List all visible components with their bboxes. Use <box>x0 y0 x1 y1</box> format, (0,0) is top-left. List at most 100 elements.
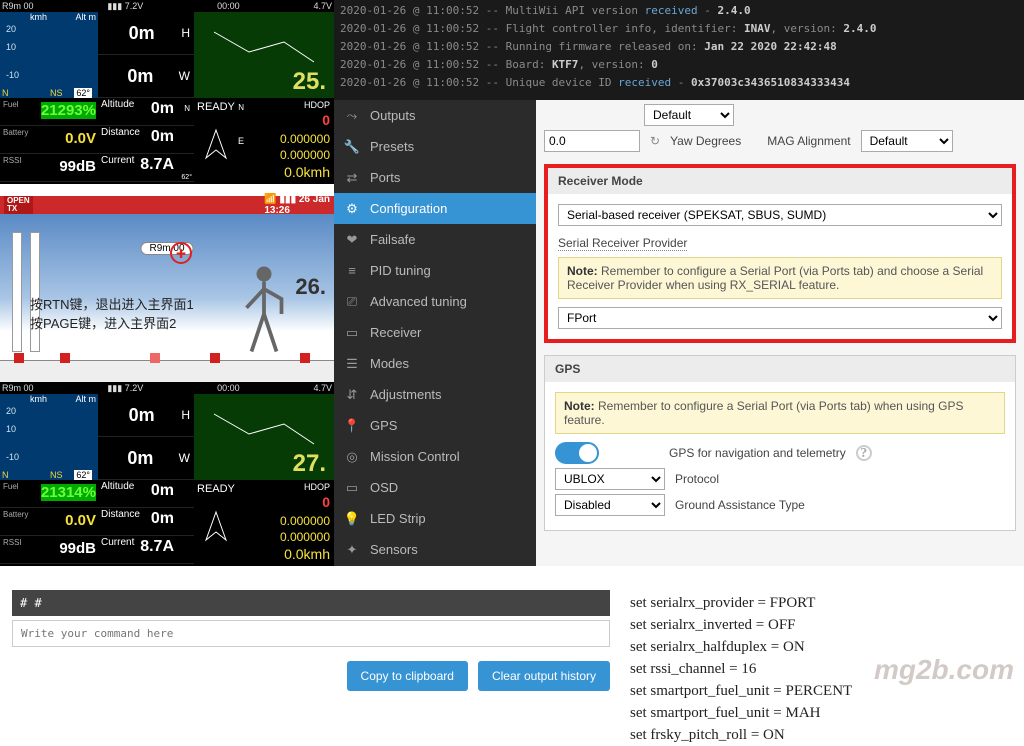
log-line: 2020-01-26 @ 11:00:52 -- MultiWii API ve… <box>340 2 1018 20</box>
sidebar-item-adjustments[interactable]: ⇵ Adjustments <box>334 379 536 410</box>
sidebar-item-receiver[interactable]: ▭ Receiver <box>334 317 536 348</box>
pid-tuning-icon: ≡ <box>344 263 360 279</box>
adjustments-icon: ⇵ <box>344 387 360 403</box>
telemetry-panel-2: R9m 00 ▮▮▮ 7.2V 00:00 4.7V kmh Alt m 201… <box>0 382 334 566</box>
gps-stats: READY N HDOP 0 0.000000 0.000000 0.0kmh … <box>194 98 334 184</box>
sidebar-item-advanced-tuning[interactable]: ⎚ Advanced tuning <box>334 286 536 317</box>
receiver-mode-panel: Receiver Mode Serial-based receiver (SPE… <box>544 164 1016 343</box>
led-strip-icon: 💡 <box>344 511 360 527</box>
tele-header: R9m 00 ▮▮▮ 7.2V 00:00 4.7V <box>0 0 334 12</box>
presets-icon: 🔧 <box>344 139 360 155</box>
sidebar-item-label: Sensors <box>370 542 418 557</box>
ground-assistance-select[interactable]: Disabled <box>555 494 665 516</box>
sidebar-item-label: Mission Control <box>370 449 460 464</box>
log-line: 2020-01-26 @ 11:00:52 -- Running firmwar… <box>340 38 1018 56</box>
gps-protocol-label: Protocol <box>675 472 719 486</box>
opentx-statusbar: OPEN TX 📶 ▮▮▮ 26 Jan13:26 <box>0 196 334 214</box>
panel-title: GPS <box>545 356 1015 382</box>
sidebar-item-led-strip[interactable]: 💡LED Strip <box>334 503 536 534</box>
ports-icon: ⇄ <box>344 170 360 186</box>
gps-stats: READY HDOP 0 0.000000 0.000000 0.0kmh <box>194 480 334 566</box>
page-number: 27. <box>293 450 326 478</box>
position-stats: Altitude0mN Distance0m Current8.7A62° <box>98 98 194 184</box>
walking-figure-icon <box>234 264 294 364</box>
outputs-icon: ⤳ <box>344 108 360 124</box>
note-box: Note: Remember to configure a Serial Por… <box>555 392 1005 434</box>
sidebar-item-modes[interactable]: ☰ Modes <box>334 348 536 379</box>
watermark: mg2b.com <box>874 654 1014 686</box>
page-number: 26. <box>295 274 326 300</box>
gps-toggle-label: GPS for navigation and telemetry <box>669 446 846 460</box>
mission-control-icon: ◎ <box>344 449 360 465</box>
sidebar-item-label: Advanced tuning <box>370 294 467 309</box>
tele-header: R9m 00 ▮▮▮ 7.2V 00:00 4.7V <box>0 382 334 394</box>
set-command: set serialrx_inverted = OFF <box>630 614 1010 636</box>
log-line: 2020-01-26 @ 11:00:52 -- Flight controll… <box>340 20 1018 38</box>
sidebar-item-mission-control[interactable]: ◎ Mission Control <box>334 441 536 472</box>
sidebar-item-label: Modes <box>370 356 409 371</box>
sidebar-item-label: Adjustments <box>370 387 442 402</box>
receiver-mode-select[interactable]: Serial-based receiver (SPEKSAT, SBUS, SU… <box>558 204 1002 226</box>
mag-alignment-label: MAG Alignment <box>767 134 850 148</box>
sidebar-item-osd[interactable]: ▭OSD <box>334 472 536 503</box>
sidebar-item-label: Ports <box>370 170 400 185</box>
cli-input[interactable] <box>12 620 610 647</box>
model-name: R9m 00 <box>2 1 34 11</box>
log-console: 2020-01-26 @ 11:00:52 -- MultiWii API ve… <box>334 0 1024 100</box>
advanced-tuning-icon: ⎚ <box>344 294 360 310</box>
failsafe-icon: ❤ <box>344 232 360 248</box>
clear-output-button[interactable]: Clear output history <box>478 661 610 691</box>
speed-alt-gauge: kmh Alt m 2010-10 N NS 62° <box>0 394 98 480</box>
serial-receiver-provider-label: Serial Receiver Provider <box>558 236 687 251</box>
sidebar-item-gps[interactable]: 📍GPS <box>334 410 536 441</box>
page-number: 25. <box>293 68 326 96</box>
note-box: Note: Remember to configure a Serial Por… <box>558 257 1002 299</box>
yaw-degrees-input[interactable] <box>544 130 640 152</box>
hdop-value: 0 <box>322 112 330 128</box>
sidebar-item-label: PID tuning <box>370 263 431 278</box>
mag-alignment-select[interactable]: Default <box>861 130 953 152</box>
sidebar-item-pid-tuning[interactable]: ≡ PID tuning <box>334 255 536 286</box>
gps-protocol-select[interactable]: UBLOX <box>555 468 665 490</box>
sidebar-item-label: Presets <box>370 139 414 154</box>
opentx-badge: OPEN TX <box>4 196 33 214</box>
yaw-degrees-label: Yaw Degrees <box>670 134 741 148</box>
speed-alt-gauge: kmh Alt m 2010-10 N NS 62° <box>0 12 98 98</box>
sidebar-item-outputs[interactable]: ⤳ Outputs <box>334 100 536 131</box>
heading-distance: 0mH 0mW <box>98 12 194 98</box>
set-command: set smartport_fuel_unit = MAH <box>630 702 1010 724</box>
panel-title: Receiver Mode <box>548 168 1012 194</box>
configuration-icon: ⚙ <box>344 201 360 217</box>
power-stats: Fuel21293% Battery0.0V RSSI99dB <box>0 98 98 184</box>
sidebar-item-label: Receiver <box>370 325 421 340</box>
log-line: 2020-01-26 @ 11:00:52 -- Board: KTF7, ve… <box>340 56 1018 74</box>
help-icon[interactable]: ? <box>856 445 872 461</box>
yaw-icon: ↻ <box>650 134 660 148</box>
serial-receiver-provider-select[interactable]: FPort <box>558 307 1002 329</box>
sidebar-item-label: Configuration <box>370 201 447 216</box>
sidebar-item-label: Outputs <box>370 108 416 123</box>
hint-line-1: 按RTN键，退出进入主界面1 <box>30 294 194 313</box>
osd-icon: ▭ <box>344 480 360 496</box>
map-area: 27. <box>194 394 334 480</box>
opentx-canvas: R9m 00 ✚ 按RTN键，退出进入主界面1 按PAGE键，进入主界面2 26… <box>0 214 334 382</box>
battery-icon: ▮▮▮ <box>107 1 122 11</box>
cli-area: # # Copy to clipboard Clear output histo… <box>12 590 610 691</box>
map-area: 25. <box>194 12 334 98</box>
sidebar-item-configuration[interactable]: ⚙ Configuration <box>334 193 536 224</box>
sidebar-item-presets[interactable]: 🔧 Presets <box>334 131 536 162</box>
hint-line-2: 按PAGE键，进入主界面2 <box>30 313 194 332</box>
copy-to-clipboard-button[interactable]: Copy to clipboard <box>347 661 468 691</box>
sidebar-item-ports[interactable]: ⇄ Ports <box>334 162 536 193</box>
gps-icon: 📍 <box>344 418 360 434</box>
sidebar-item-failsafe[interactable]: ❤Failsafe <box>334 224 536 255</box>
opentx-screen: OPEN TX 📶 ▮▮▮ 26 Jan13:26 R9m 00 ✚ 按RTN键… <box>0 196 334 382</box>
receiver-icon: ▭ <box>344 325 360 341</box>
alignment-select[interactable]: Default <box>644 104 734 126</box>
target-icon: ✚ <box>170 242 192 264</box>
gps-toggle[interactable] <box>555 442 599 464</box>
cli-output: # # <box>12 590 610 616</box>
modes-icon: ☰ <box>344 356 360 372</box>
heading-distance: 0mH 0mW <box>98 394 194 480</box>
sidebar-item-sensors[interactable]: ✦Sensors <box>334 534 536 565</box>
